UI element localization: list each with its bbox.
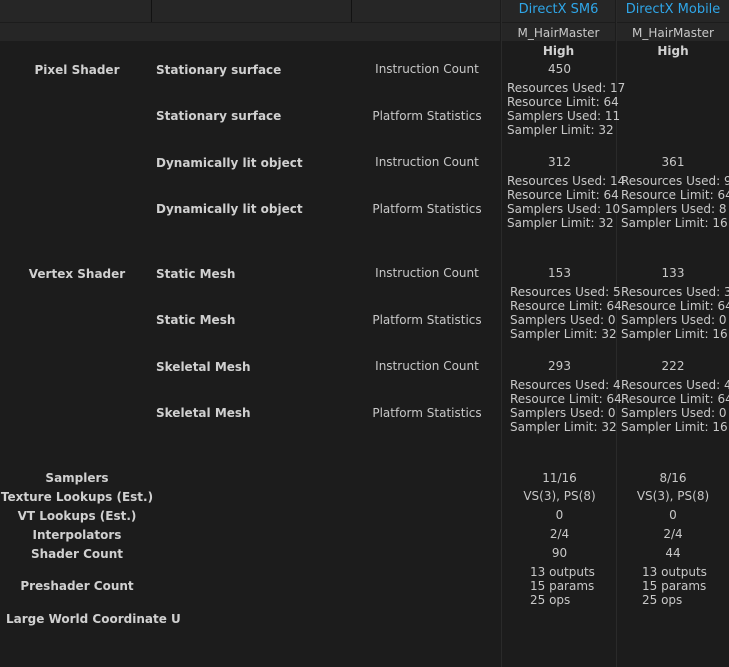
permutation-name: Skeletal Mesh xyxy=(156,360,251,374)
permutation-name: Skeletal Mesh xyxy=(156,406,251,420)
summary-label-preshader-count: Preshader Count xyxy=(20,579,134,593)
permutation-name: Static Mesh xyxy=(156,267,236,281)
permutation-name: Stationary surface xyxy=(156,109,282,123)
platform-statistics: Resources Used: 3 Resource Limit: 64 Sam… xyxy=(621,285,729,341)
summary-value: VS(3), PS(8) xyxy=(636,489,710,503)
instruction-count: 153 xyxy=(548,266,571,280)
platform-statistics: Resources Used: 4 Resource Limit: 64 Sam… xyxy=(510,378,622,434)
instruction-count: 450 xyxy=(548,62,571,76)
platform-statistics: Resources Used: 9 Resource Limit: 64 Sam… xyxy=(621,174,729,230)
column-divider xyxy=(351,0,352,22)
header-cell-type xyxy=(352,0,500,22)
summary-label-shader-count: Shader Count xyxy=(31,547,123,561)
stat-type: Platform Statistics xyxy=(372,202,482,216)
material-name: M_HairMaster xyxy=(517,26,600,40)
preshader-values: 13 outputs 15 params 25 ops xyxy=(642,565,707,607)
subheader-blank xyxy=(0,23,500,41)
summary-value: 11/16 xyxy=(542,471,577,485)
platform-statistics: Resources Used: 4 Resource Limit: 64 Sam… xyxy=(621,378,729,434)
summary-value: 0 xyxy=(669,508,677,522)
quality-level: High xyxy=(657,44,689,58)
summary-label-interpolators: Interpolators xyxy=(32,528,122,542)
header-cell-category xyxy=(0,0,151,22)
platform-statistics: Resources Used: 14 Resource Limit: 64 Sa… xyxy=(507,174,626,230)
stat-type: Instruction Count xyxy=(375,155,479,169)
column-divider xyxy=(501,0,502,667)
group-label-vertex-shader: Vertex Shader xyxy=(28,267,126,281)
summary-value: 2/4 xyxy=(663,527,683,541)
platform-link-directx-mobile[interactable]: DirectX Mobile xyxy=(617,3,729,17)
instruction-count: 312 xyxy=(548,155,571,169)
summary-label-large-world-coordinate: Large World Coordinate U xyxy=(6,612,181,626)
instruction-count: 222 xyxy=(661,359,685,373)
stat-type: Instruction Count xyxy=(375,266,479,280)
summary-value: 44 xyxy=(665,546,681,560)
summary-value: VS(3), PS(8) xyxy=(523,489,596,503)
permutation-name: Static Mesh xyxy=(156,313,236,327)
platform-link-directx-sm6[interactable]: DirectX SM6 xyxy=(502,3,615,17)
permutation-name: Dynamically lit object xyxy=(156,156,303,170)
stat-type: Instruction Count xyxy=(375,359,479,373)
quality-level: High xyxy=(542,44,575,58)
group-label-pixel-shader: Pixel Shader xyxy=(34,63,120,77)
preshader-values: 13 outputs 15 params 25 ops xyxy=(530,565,595,607)
material-name: M_HairMaster xyxy=(632,26,714,40)
stat-type: Platform Statistics xyxy=(372,109,482,123)
header-cell-permutation xyxy=(152,0,351,22)
permutation-name: Stationary surface xyxy=(156,63,282,77)
instruction-count: 133 xyxy=(661,266,685,280)
column-divider xyxy=(151,0,152,22)
platform-statistics: Resources Used: 5 Resource Limit: 64 Sam… xyxy=(510,285,622,341)
summary-value: 0 xyxy=(555,508,564,522)
stat-type: Platform Statistics xyxy=(372,313,482,327)
summary-label-texture-lookups: Texture Lookups (Est.) xyxy=(0,490,154,504)
platform-statistics: Resources Used: 17 Resource Limit: 64 Sa… xyxy=(507,81,626,137)
summary-value: 8/16 xyxy=(659,471,687,485)
instruction-count: 361 xyxy=(661,155,685,169)
stat-type: Instruction Count xyxy=(375,62,479,76)
stat-type: Platform Statistics xyxy=(372,406,482,420)
summary-label-vt-lookups: VT Lookups (Est.) xyxy=(17,509,137,523)
summary-label-samplers: Samplers xyxy=(45,471,109,485)
permutation-name: Dynamically lit object xyxy=(156,202,303,216)
summary-value: 90 xyxy=(551,546,568,560)
instruction-count: 293 xyxy=(548,359,571,373)
summary-value: 2/4 xyxy=(549,527,570,541)
